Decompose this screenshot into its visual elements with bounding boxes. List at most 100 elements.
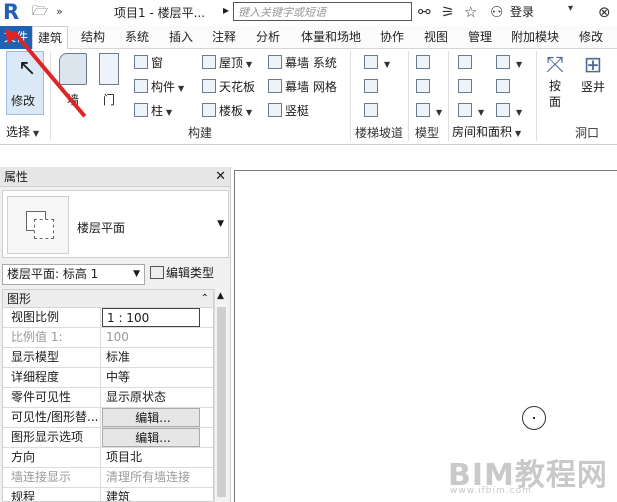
exchange-icon[interactable]: ⊗ (598, 3, 611, 21)
star-icon[interactable]: ☆ (464, 3, 477, 21)
curtain-grid-button[interactable]: 幕墙 网格 (268, 79, 337, 95)
row-label: 图形显示选项 (3, 428, 101, 447)
shaft-button[interactable]: ⊞ 竖井 (578, 53, 608, 95)
model-text-button[interactable] (416, 55, 433, 71)
tab-architecture[interactable]: 建筑 (32, 26, 68, 50)
ribbon: ↖ 修改 选择▼ 墙 门 窗 构件▼ 柱▼ 屋顶▼ 天花板 楼板▼ 幕墙 系统 … (0, 49, 617, 145)
by-face-button[interactable]: ⤧ 按面 (540, 53, 570, 110)
model-line-button[interactable] (416, 79, 433, 95)
tab-collaborate[interactable]: 协作 (373, 26, 411, 49)
open-icon[interactable]: 🗁 (32, 3, 48, 21)
area-button[interactable]: ▼ (496, 55, 522, 73)
window-title: 项目1 - 楼层平... (114, 6, 206, 20)
shaft-icon: ⊞ (583, 53, 603, 78)
room-button[interactable] (458, 55, 475, 71)
row-value[interactable]: 显示原状态 (102, 388, 200, 407)
row-value[interactable]: 标准 (102, 348, 200, 367)
vg-overrides-edit-button[interactable]: 编辑... (102, 408, 200, 427)
section-graphics[interactable]: 图形 ⌃ (3, 290, 213, 308)
curtain-system-button[interactable]: 幕墙 系统 (268, 55, 337, 71)
row-value: 清理所有墙连接 (106, 470, 191, 484)
door-icon (99, 53, 119, 85)
revit-logo[interactable]: R (3, 1, 23, 23)
user-icon[interactable]: ⚇ (490, 3, 503, 21)
tag-room-button[interactable]: ▼ (458, 103, 484, 121)
edit-type-button[interactable]: 编辑类型 (150, 264, 214, 283)
binoculars-icon[interactable]: ⚯ (418, 3, 431, 21)
tag-area-icon (496, 103, 510, 117)
properties-scrollbar[interactable]: ▲ (214, 289, 228, 502)
room-area-dropdown[interactable]: 房间和面积 ▼ (452, 124, 521, 142)
caret-icon: ▼ (516, 60, 523, 69)
area-boundary-button[interactable] (496, 79, 513, 95)
revit-window: R 🗁 » 项目1 - 楼层平... ▸ 键入关键字或短语 ⚯ ⚞ ☆ ⚇ 登录… (0, 0, 617, 502)
component-button[interactable]: 构件 ▼ (134, 79, 184, 97)
tag-room-icon (458, 103, 472, 117)
roof-button[interactable]: 屋顶 ▼ (202, 55, 252, 73)
tab-modify[interactable]: 修改 (571, 26, 611, 49)
model-text-icon (416, 55, 430, 69)
floor-button[interactable]: 楼板 ▼ (202, 103, 252, 121)
modify-label: 修改 (11, 94, 36, 108)
tab-analyze[interactable]: 分析 (249, 26, 287, 49)
chevron-down-icon[interactable]: ▼ (217, 219, 224, 229)
divider (50, 51, 51, 141)
tab-massing-site[interactable]: 体量和场地 (295, 26, 367, 49)
ramp-button[interactable] (364, 79, 381, 95)
view-scale-input[interactable]: 1 : 100 (102, 308, 200, 327)
room-separator-button[interactable] (458, 79, 475, 95)
column-button[interactable]: 柱 ▼ (134, 103, 172, 121)
tab-structure[interactable]: 结构 (74, 26, 112, 49)
mullion-label: 竖梃 (285, 104, 310, 118)
instance-selector-value: 楼层平面: 标高 1 (7, 267, 99, 281)
more-icon[interactable]: » (56, 3, 63, 21)
caret-icon: ▼ (516, 108, 523, 117)
scroll-thumb[interactable] (217, 307, 226, 497)
railing-button[interactable]: ▼ (364, 55, 390, 73)
login-caret-icon[interactable]: ▾ (568, 3, 573, 14)
row-value[interactable]: 建筑 (102, 488, 200, 501)
row-label: 比例值 1: (3, 328, 101, 347)
window-icon (134, 55, 148, 69)
row-label: 可见性/图形替... (3, 408, 101, 427)
edit-type-icon (150, 266, 164, 279)
caret-icon: ▼ (166, 108, 173, 117)
title-caret-icon[interactable]: ▸ (223, 3, 229, 17)
close-icon[interactable]: ✕ (215, 167, 226, 187)
curtain-system-icon (268, 55, 282, 69)
caret-icon: ▼ (515, 129, 522, 138)
ceiling-button[interactable]: 天花板 (202, 79, 255, 95)
row-value[interactable]: 中等 (102, 368, 200, 387)
tab-manage[interactable]: 管理 (461, 26, 499, 49)
tab-annotate[interactable]: 注释 (205, 26, 243, 49)
tag-area-button[interactable]: ▼ (496, 103, 522, 121)
roof-label: 屋顶 (219, 56, 244, 70)
tab-insert[interactable]: 插入 (162, 26, 200, 49)
type-selector[interactable]: 楼层平面 ▼ (2, 190, 229, 258)
table-row: 详细程度 中等 (3, 368, 213, 388)
search-input[interactable]: 键入关键字或短语 (233, 2, 412, 21)
window-button[interactable]: 窗 (134, 55, 163, 71)
model-group-button[interactable]: ▼ (416, 103, 442, 121)
caret-icon: ▼ (478, 108, 485, 117)
row-value[interactable]: 项目北 (102, 448, 200, 467)
build-panel-label: 构建 (187, 126, 212, 140)
comm-center-icon[interactable]: ⚞ (441, 3, 454, 21)
area-icon (496, 55, 510, 69)
door-button[interactable]: 门 (96, 53, 122, 108)
mullion-button[interactable]: 竖梃 (268, 103, 309, 119)
tab-view[interactable]: 视图 (417, 26, 455, 49)
graphic-display-edit-button[interactable]: 编辑... (102, 428, 200, 447)
stairs-panel-label: 楼梯坡道 (354, 126, 403, 140)
tab-systems[interactable]: 系统 (118, 26, 156, 49)
instance-selector[interactable]: 楼层平面: 标高 1 ▼ (2, 264, 145, 285)
area-boundary-icon (496, 79, 510, 93)
table-row: 比例值 1: 100 (3, 328, 213, 348)
scroll-up-icon[interactable]: ▲ (217, 291, 224, 301)
stair-button[interactable] (364, 103, 381, 119)
table-row: 显示模型 标准 (3, 348, 213, 368)
tab-addins[interactable]: 附加模块 (506, 26, 564, 49)
collapse-icon[interactable]: ⌃ (201, 290, 209, 308)
select-dropdown[interactable]: 选择 ▼ (6, 124, 39, 142)
login-button[interactable]: 登录 (510, 3, 534, 20)
